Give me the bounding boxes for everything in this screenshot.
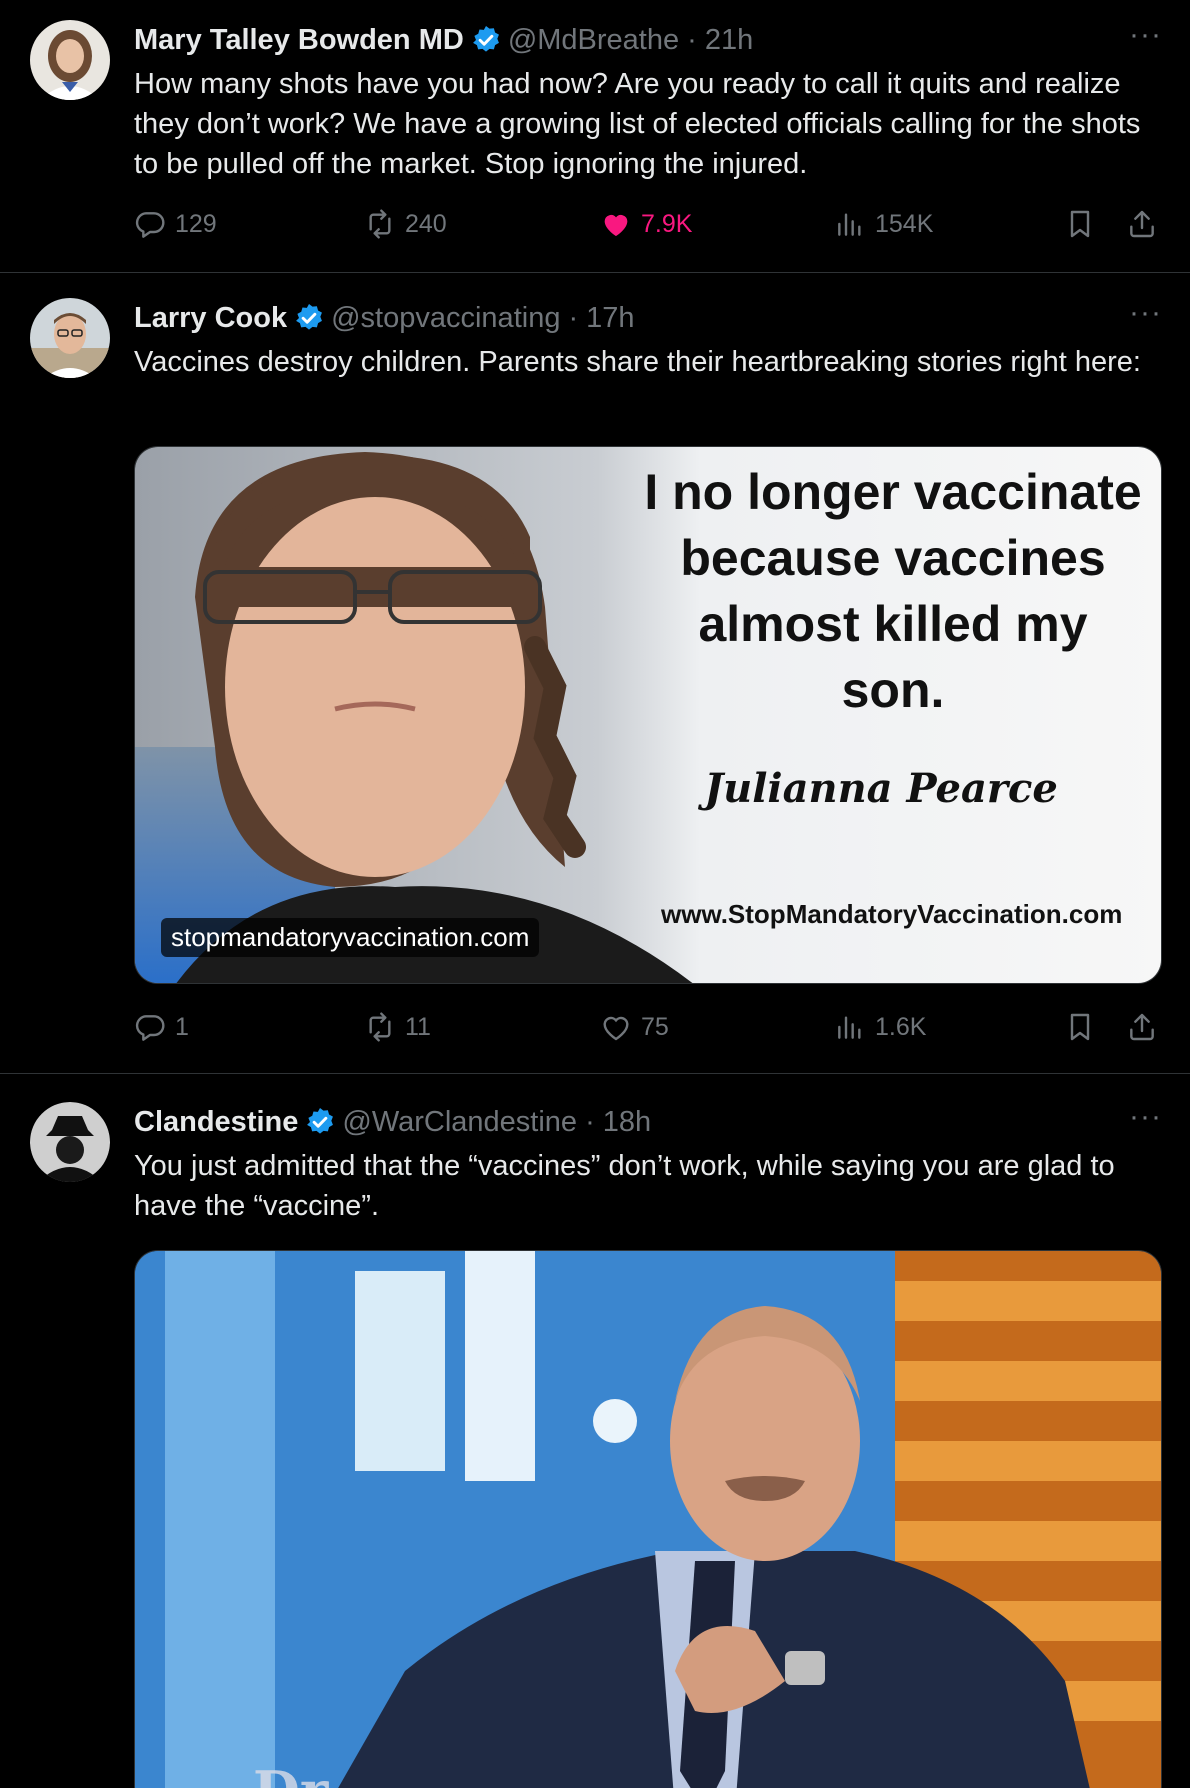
- views-icon: [838, 213, 861, 236]
- verified-badge-icon: [304, 1106, 336, 1138]
- repost-icon: [369, 209, 391, 239]
- author-name[interactable]: Clandestine: [134, 1106, 298, 1139]
- author-name[interactable]: Mary Talley Bowden MD: [134, 24, 464, 57]
- card-quote-text: I no longer vaccinate because vaccines a…: [644, 464, 1142, 718]
- gif-media[interactable]: Dr.: [134, 1250, 1162, 1788]
- views-button[interactable]: 154K: [834, 208, 933, 240]
- repost-button[interactable]: 240: [364, 208, 447, 240]
- avatar[interactable]: [30, 1102, 110, 1182]
- like-count: 7.9K: [641, 209, 693, 238]
- tweet-header: Mary Talley Bowden MD @MdBreathe · 21h: [134, 20, 753, 60]
- heart-icon: [603, 1016, 629, 1041]
- heart-icon: [604, 214, 628, 236]
- bookmark-icon: [1070, 1013, 1090, 1041]
- avatar[interactable]: [30, 298, 110, 378]
- tweet-header: Clandestine @WarClandestine · 18h: [134, 1102, 651, 1142]
- reply-button[interactable]: 129: [134, 208, 217, 240]
- author-handle[interactable]: @MdBreathe: [508, 24, 679, 57]
- tweet-2[interactable]: Larry Cook @stopvaccinating · 17h ··· Va…: [0, 273, 1190, 1073]
- views-count: 1.6K: [875, 1012, 927, 1041]
- author-handle[interactable]: @WarClandestine: [342, 1106, 577, 1139]
- tweet-actions: 1 11 75 1.6K: [134, 1011, 1164, 1051]
- reply-icon: [135, 212, 165, 238]
- gif-logo-text: Dr.: [253, 1759, 342, 1788]
- repost-count: 240: [405, 209, 447, 238]
- tweet-text: Vaccines destroy children. Parents share…: [134, 346, 1141, 378]
- timeline-feed: Mary Talley Bowden MD @MdBreathe · 21h ·…: [0, 0, 1190, 1788]
- tweet-3[interactable]: Clandestine @WarClandestine · 18h ··· Yo…: [0, 1074, 1190, 1788]
- tweet-text: How many shots have you had now? Are you…: [134, 68, 1141, 180]
- more-icon[interactable]: ···: [1129, 18, 1162, 52]
- timestamp[interactable]: · 18h: [585, 1106, 651, 1139]
- views-button[interactable]: 1.6K: [834, 1011, 926, 1043]
- avatar[interactable]: [30, 20, 110, 100]
- timestamp[interactable]: · 21h: [687, 24, 753, 57]
- bookmark-button[interactable]: [1064, 1011, 1105, 1043]
- card-quote-url: www.StopMandatoryVaccination.com: [661, 899, 1123, 929]
- like-button[interactable]: 7.9K: [600, 208, 692, 240]
- tweet-header: Larry Cook @stopvaccinating · 17h: [134, 298, 635, 338]
- views-icon: [838, 1016, 861, 1039]
- reply-count: 129: [175, 209, 217, 238]
- tweet-actions: 129 240 7.9K 154K: [134, 208, 1164, 248]
- card-link-domain[interactable]: stopmandatoryvaccination.com: [161, 918, 540, 957]
- share-button[interactable]: [1126, 1011, 1167, 1043]
- like-button[interactable]: 75: [600, 1011, 669, 1043]
- gif-frame: [135, 1251, 1161, 1788]
- timestamp[interactable]: · 17h: [568, 302, 634, 335]
- tweet-text: You just admitted that the “vaccines” do…: [134, 1150, 1115, 1222]
- bookmark-button[interactable]: [1064, 208, 1105, 240]
- more-icon[interactable]: ···: [1129, 1100, 1162, 1134]
- views-count: 154K: [875, 209, 934, 238]
- link-card-image[interactable]: I no longer vaccinate because vaccines a…: [134, 446, 1162, 984]
- bookmark-icon: [1070, 210, 1090, 238]
- more-icon[interactable]: ···: [1129, 296, 1162, 330]
- card-quote-author: Julianna Pearce: [704, 765, 1058, 812]
- tweet-1[interactable]: Mary Talley Bowden MD @MdBreathe · 21h ·…: [0, 0, 1190, 272]
- reply-icon: [135, 1015, 165, 1041]
- share-icon: [1130, 210, 1154, 238]
- repost-count: 11: [405, 1012, 431, 1041]
- repost-button[interactable]: 11: [364, 1011, 431, 1043]
- like-count: 75: [641, 1012, 669, 1041]
- reply-button[interactable]: 1: [134, 1011, 189, 1043]
- verified-badge-icon: [470, 24, 502, 56]
- reply-count: 1: [175, 1012, 189, 1041]
- author-handle[interactable]: @stopvaccinating: [331, 302, 560, 335]
- share-icon: [1130, 1013, 1154, 1041]
- author-name[interactable]: Larry Cook: [134, 302, 287, 335]
- repost-icon: [369, 1012, 391, 1042]
- verified-badge-icon: [293, 302, 325, 334]
- share-button[interactable]: [1126, 208, 1167, 240]
